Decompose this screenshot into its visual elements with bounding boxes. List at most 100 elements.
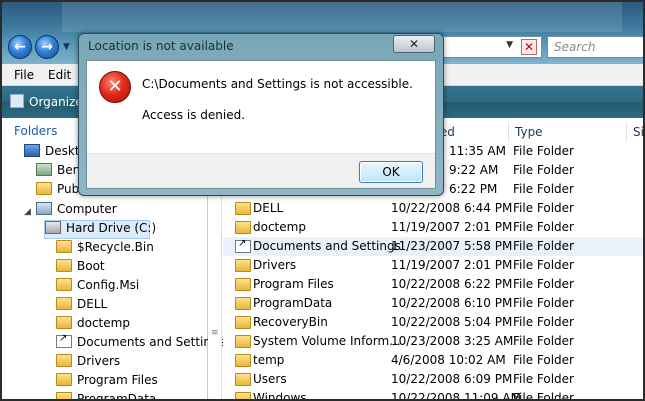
organize-icon [10,94,24,108]
tree-item-drivers[interactable]: Drivers [56,354,120,373]
row-date: 10/22/2008 11:09 AM [391,391,521,401]
row-date: 6:22 PM [449,182,498,196]
recent-pages-dropdown-icon[interactable]: ▼ [63,42,70,52]
tree-item-config-msi[interactable]: Config.Msi [56,278,139,297]
folder-icon [56,240,72,253]
table-row[interactable]: System Volume Inform... 10/23/2008 3:25 … [223,332,643,351]
table-row[interactable]: ProgramData 10/22/2008 6:10 PM File Fold… [223,294,643,313]
ok-button[interactable]: OK [359,161,423,183]
dialog-close-button[interactable]: ✕ [393,35,435,53]
row-type: File Folder [513,334,574,348]
explorer-window: ← → ▼ ▼ ✕ Search File Edit Organize Fold… [0,0,645,401]
tree-item-label: DELL [77,297,108,311]
forward-button[interactable]: → [35,35,59,59]
tree-item-label: Program Files [77,373,158,387]
folder-icon [235,335,251,348]
folder-icon [235,392,251,399]
desktop-icon [24,144,40,157]
tree-item-label: doctemp [77,316,130,330]
folder-icon [56,259,72,272]
folder-icon [56,297,72,310]
tree-item-label: ProgramData [77,392,157,401]
tree-item-public[interactable]: Publ [36,182,83,201]
folder-icon [235,202,251,215]
back-button[interactable]: ← [8,35,32,59]
splitter-grip-icon[interactable]: ≡ [211,328,219,338]
drive-icon [45,221,61,234]
dialog-footer: OK [87,153,435,188]
table-row[interactable]: temp 4/6/2008 10:02 AM File Folder [223,351,643,370]
menu-edit[interactable]: Edit [48,68,71,82]
table-row[interactable]: DELL 10/22/2008 6:44 PM File Folder [223,199,643,218]
user-folder-icon [36,163,52,176]
row-type: File Folder [513,220,574,234]
row-type: File Folder [513,372,574,386]
tree-item-label: Computer [57,202,117,216]
table-row[interactable]: RecoveryBin 10/22/2008 5:04 PM File Fold… [223,313,643,332]
table-row[interactable]: Drivers 11/19/2007 2:01 PM File Folder [223,256,643,275]
row-type: File Folder [513,163,574,177]
row-date: 10/23/2008 3:25 AM [391,334,514,348]
folder-icon [235,221,251,234]
row-type: File Folder [513,258,574,272]
folder-icon [235,316,251,329]
row-name: Windows [253,391,307,401]
tree-item-programdata[interactable]: ProgramData [56,392,157,401]
stop-icon[interactable]: ✕ [521,39,537,55]
dialog-body: ✕ C:\Documents and Settings is not acces… [86,60,436,189]
row-name: Documents and Settings [253,239,401,253]
row-type: File Folder [513,296,574,310]
tree-item-recycle-bin[interactable]: $Recycle.Bin [56,240,154,259]
folder-icon [56,392,72,399]
row-type: File Folder [513,277,574,291]
row-type: File Folder [513,391,574,401]
folder-icon [235,278,251,291]
tree-item-program-files[interactable]: Program Files [56,373,158,392]
table-row[interactable]: Users 10/22/2008 6:09 PM File Folder [223,370,643,389]
computer-icon [36,202,52,215]
table-row[interactable]: Documents and Settings 11/23/2007 5:58 P… [223,237,643,256]
tree-item-computer[interactable]: Computer [36,202,117,221]
row-date: 11/19/2007 2:01 PM [391,220,513,234]
column-header-type[interactable]: Type [509,122,627,142]
table-row[interactable]: Windows 10/22/2008 11:09 AM File Folder [223,389,643,401]
row-date: 4/6/2008 10:02 AM [391,353,506,367]
tree-item-label: Config.Msi [77,278,140,292]
row-date: 11/23/2007 5:58 PM [391,239,513,253]
row-date: 10/22/2008 6:09 PM [391,372,513,386]
column-header-size[interactable]: Siz [627,122,643,142]
expand-arrow-icon[interactable]: ◢ [24,207,31,217]
organize-button[interactable]: Organize [10,94,83,109]
folders-header[interactable]: Folders [14,124,57,138]
tree-item-dell[interactable]: DELL [56,297,107,316]
menu-file[interactable]: File [14,68,34,82]
error-detail: Access is denied. [142,108,246,122]
folder-icon [235,354,251,367]
folder-icon [56,354,72,367]
tree-item-label: Documents and Settings [77,335,225,349]
row-type: File Folder [513,315,574,329]
table-row[interactable]: Program Files 10/22/2008 6:22 PM File Fo… [223,275,643,294]
tree-item-label: Hard Drive (C:) [66,221,157,235]
folder-icon [56,278,72,291]
folder-icon [36,182,52,195]
organize-label: Organize [29,95,83,109]
row-type: File Folder [513,239,574,253]
tree-item-hard-drive[interactable]: Hard Drive (C:) [44,220,156,239]
search-input[interactable]: Search [547,36,643,58]
shortcut-icon [56,333,72,348]
row-name: Drivers [253,258,297,272]
tree-item-label: Drivers [77,354,121,368]
row-type: File Folder [513,201,574,215]
tree-item-documents-and-settings[interactable]: Documents and Settings [56,333,225,354]
row-name: DELL [253,201,284,215]
table-row[interactable]: doctemp 11/19/2007 2:01 PM File Folder [223,218,643,237]
row-type: File Folder [513,182,574,196]
row-date: 11/19/2007 2:01 PM [391,258,513,272]
row-date: 10/22/2008 5:04 PM [391,315,513,329]
address-dropdown-icon[interactable]: ▼ [506,40,513,50]
tree-item-user[interactable]: Benj [36,163,84,182]
shortcut-icon [235,238,251,253]
tree-item-boot[interactable]: Boot [56,259,105,278]
row-name: ProgramData [253,296,333,310]
